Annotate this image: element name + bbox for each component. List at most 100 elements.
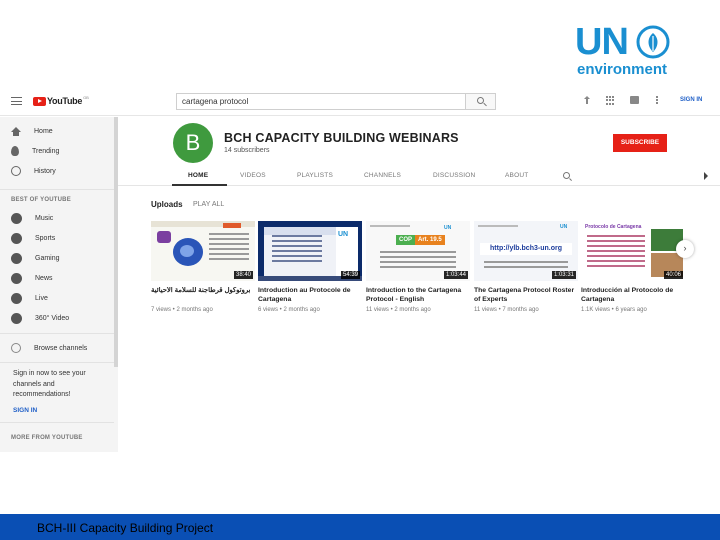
play-all-button[interactable]: PLAY ALL: [193, 201, 224, 208]
tab-about[interactable]: ABOUT: [505, 172, 528, 179]
video-title[interactable]: Introduction to the Cartagena Protocol -…: [366, 287, 470, 304]
tab-videos[interactable]: VIDEOS: [240, 172, 266, 179]
sidebar-item-label: History: [34, 167, 56, 175]
video-duration: 38:40: [233, 271, 253, 279]
more-icon[interactable]: [656, 96, 658, 105]
sidebar-item-label: News: [35, 274, 53, 282]
video-thumbnail[interactable]: UN 54:39: [258, 221, 362, 281]
chevron-right-icon: ›: [683, 243, 687, 253]
tab-playlists[interactable]: PLAYLISTS: [297, 172, 333, 179]
video-title[interactable]: Introducción al Protocolo de Cartagena: [581, 287, 685, 304]
sidebar-item-label: Home: [34, 127, 53, 135]
video-thumbnail[interactable]: UN http://ylb.bch3-un.org 1:03:31: [474, 221, 578, 281]
video-title[interactable]: The Cartagena Protocol Roster of Experts: [474, 287, 578, 304]
search-icon: [477, 97, 484, 104]
video-card[interactable]: 38:40 بروتوكول قرطاجنة للسلامة الأحيائية…: [151, 221, 255, 313]
youtube-country-code: GB: [83, 94, 89, 100]
video-thumbnail[interactable]: Protocolo de Cartagena 40:06: [581, 221, 685, 281]
active-tab-indicator: [172, 184, 227, 186]
thumb-title: Protocolo de Cartagena: [585, 224, 642, 230]
sidebar-item-label: 360° Video: [35, 314, 70, 322]
sidebar-item-sports[interactable]: Sports: [11, 231, 55, 245]
news-icon: [11, 272, 22, 284]
sidebar-item-label: Music: [35, 214, 54, 222]
video-duration: 40:06: [663, 271, 683, 279]
sidebar-item-label: Live: [35, 294, 48, 302]
sidebar-item-label: Sports: [35, 234, 56, 242]
sidebar-item-label: Browse channels: [34, 344, 88, 352]
video-title[interactable]: بروتوكول قرطاجنة للسلامة الأحيائية: [151, 287, 255, 304]
video-thumbnail[interactable]: 38:40: [151, 221, 255, 281]
thumb-un-label: UN: [444, 225, 452, 231]
tab-channels[interactable]: CHANNELS: [364, 172, 401, 179]
sidebar-sign-in-link[interactable]: SIGN IN: [13, 407, 37, 414]
video-card[interactable]: UN COP Art. 19.5 1:03:44 Introduction to…: [366, 221, 470, 313]
gaming-icon: [11, 252, 22, 264]
thumb-un-label: UN: [560, 224, 568, 230]
sidebar-divider: [0, 422, 114, 423]
search-button[interactable]: [466, 93, 496, 110]
sidebar-item-live[interactable]: Live: [11, 291, 48, 305]
best-of-youtube-heading: BEST OF YOUTUBE: [11, 197, 71, 203]
sidebar-item-label: Gaming: [35, 254, 60, 262]
thumb-badge: COP Art. 19.5: [396, 235, 445, 245]
video-card[interactable]: UN http://ylb.bch3-un.org 1:03:31 The Ca…: [474, 221, 578, 313]
youtube-topbar: YouTube GB cartagena protocol SIGN IN: [0, 86, 720, 116]
globe-icon: [173, 238, 203, 266]
sidebar-item-music[interactable]: Music: [11, 211, 53, 225]
channel-tabs: HOME VIDEOS PLAYLISTS CHANNELS DISCUSSIO…: [118, 166, 720, 186]
apps-icon[interactable]: [606, 96, 614, 105]
messages-icon[interactable]: [630, 96, 639, 104]
music-icon: [11, 212, 22, 224]
video-meta: 1.1K views • 6 years ago: [581, 307, 647, 313]
sign-in-button[interactable]: SIGN IN: [680, 97, 702, 103]
footer-text: BCH-III Capacity Building Project: [37, 521, 214, 535]
thumb-url: http://ylb.bch3-un.org: [480, 243, 572, 255]
slide: UN environment YouTube GB cartagena prot…: [0, 0, 720, 540]
video-thumbnail[interactable]: UN COP Art. 19.5 1:03:44: [366, 221, 470, 281]
video-duration: 1:03:44: [443, 271, 468, 279]
youtube-logo[interactable]: YouTube GB: [33, 94, 89, 106]
upload-icon[interactable]: [583, 96, 591, 105]
tab-home[interactable]: HOME: [188, 172, 208, 179]
flame-icon: [11, 146, 19, 156]
sidebar-divider: [0, 333, 114, 334]
video360-icon: [11, 312, 22, 324]
subscribe-button[interactable]: SUBSCRIBE: [613, 134, 667, 152]
sidebar-item-news[interactable]: News: [11, 271, 53, 285]
sidebar-item-history[interactable]: History: [11, 164, 56, 178]
more-from-youtube-heading: MORE FROM YOUTUBE: [11, 435, 83, 441]
video-meta: 7 views • 2 months ago: [151, 307, 213, 313]
video-card[interactable]: UN 54:39 Introduction au Protocole de Ca…: [258, 221, 362, 313]
video-meta: 6 views • 2 months ago: [258, 307, 320, 313]
thumb-un-label: UN: [338, 231, 349, 238]
sidebar-divider: [0, 362, 114, 363]
sidebar-scrollbar[interactable]: [114, 117, 118, 367]
logo-subtitle: environment: [577, 61, 668, 78]
video-card[interactable]: Protocolo de Cartagena 40:06 Introducció…: [581, 221, 685, 313]
un-emblem-icon: [636, 25, 670, 59]
menu-icon[interactable]: [11, 97, 22, 105]
channel-avatar[interactable]: B: [173, 123, 213, 163]
sidebar-item-360-video[interactable]: 360° Video: [11, 311, 69, 325]
youtube-play-icon: [33, 96, 46, 106]
sports-icon: [11, 232, 22, 244]
video-title[interactable]: Introduction au Protocole de Cartagena: [258, 287, 362, 304]
sidebar-item-label: Trending: [32, 147, 60, 155]
sidebar-item-home[interactable]: Home: [11, 124, 53, 138]
video-duration: 54:39: [340, 271, 360, 279]
tab-discussion[interactable]: DISCUSSION: [433, 172, 475, 179]
sidebar-signin-prompt: Sign in now to see your channels and rec…: [13, 370, 86, 398]
tabs-scroll-right-icon[interactable]: [704, 172, 708, 180]
search-input[interactable]: cartagena protocol: [176, 93, 466, 110]
uploads-heading[interactable]: Uploads: [151, 200, 183, 209]
home-icon: [11, 126, 21, 136]
sidebar-item-browse-channels[interactable]: Browse channels: [11, 341, 87, 355]
shelf-next-button[interactable]: ›: [676, 240, 694, 258]
youtube-wordmark: YouTube: [47, 96, 83, 106]
sidebar-item-gaming[interactable]: Gaming: [11, 251, 60, 265]
channel-name: BCH CAPACITY BUILDING WEBINARS: [224, 131, 459, 145]
sidebar-item-trending[interactable]: Trending: [11, 144, 59, 158]
channel-search-icon[interactable]: [563, 172, 570, 179]
subscriber-count: 14 subscribers: [224, 147, 270, 154]
